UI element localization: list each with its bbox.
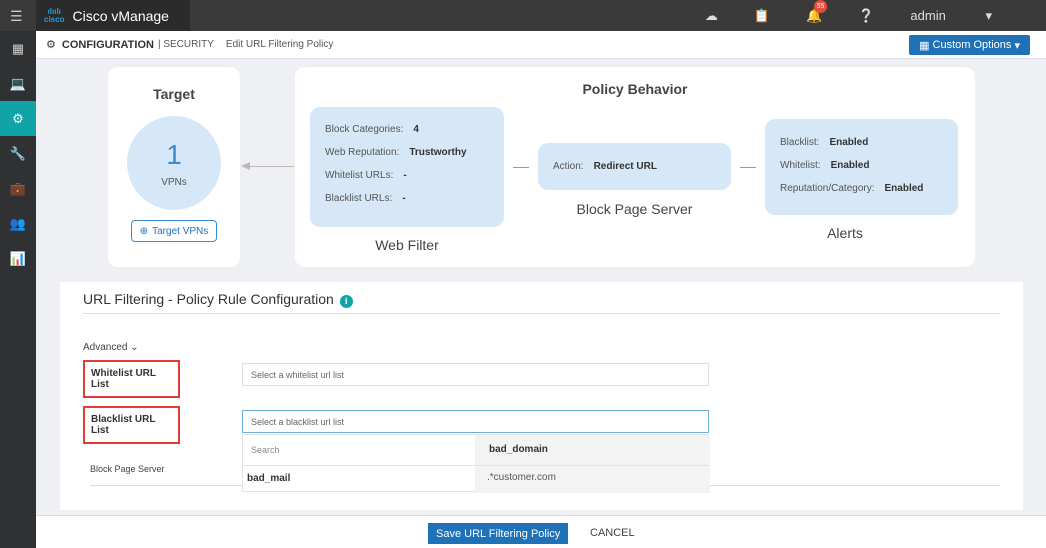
blacklist-select[interactable]: Select a blacklist url list: [242, 410, 709, 433]
vpn-count-circle: 1 VPNs: [127, 116, 221, 210]
sidebar-dashboard-icon[interactable]: ▦: [0, 31, 36, 66]
help-icon[interactable]: ❔: [858, 8, 874, 24]
logo-area: ılıılı cisco Cisco vManage: [36, 0, 190, 31]
clipboard-icon[interactable]: 📋: [754, 8, 770, 24]
footer: Save URL Filtering Policy CANCEL: [36, 515, 1046, 548]
preview-item: .*customer.com: [487, 472, 556, 483]
preview-title: bad_domain: [475, 435, 710, 466]
plus-circle-icon: ⊕: [139, 225, 149, 237]
web-filter-box[interactable]: Block Categories: 4 Web Reputation: Trustw…: [310, 107, 504, 227]
sidebar-configuration-icon[interactable]: ⚙: [0, 101, 36, 136]
target-vpns-button[interactable]: ⊕ Target VPNs: [131, 220, 217, 242]
grid-icon: ▦: [919, 39, 933, 52]
cancel-button[interactable]: CANCEL: [590, 527, 635, 539]
block-page-server-label: Block Page Server: [90, 464, 165, 474]
dropdown-search-input[interactable]: Search: [243, 435, 475, 466]
vpn-label: VPNs: [161, 176, 187, 188]
divider: [83, 313, 1000, 314]
gear-icon: ⚙: [46, 39, 56, 51]
advanced-toggle[interactable]: Advanced ⌄: [83, 342, 139, 353]
hamburger-menu-icon[interactable]: ☰: [10, 8, 23, 25]
target-title: Target: [153, 86, 195, 102]
app-title: Cisco vManage: [72, 7, 169, 24]
vpn-count: 1: [166, 138, 182, 170]
top-bar: ☰ ılıılı cisco Cisco vManage ☁ 📋 🔔 55 ❔ ad…: [0, 0, 1046, 31]
whitelist-select[interactable]: Select a whitelist url list: [242, 363, 709, 386]
block-page-box[interactable]: Action: Redirect URL: [538, 143, 731, 190]
sidebar-analytics-icon[interactable]: 📊: [0, 241, 36, 276]
alerts-box[interactable]: Blacklist: Enabled Whitelist: Enabled Repu…: [765, 119, 958, 215]
connector: [513, 167, 529, 168]
alerts-caption: Alerts: [827, 225, 863, 241]
sidebar: ▦ 💻 ⚙ 🔧 💼 👥 📊: [0, 31, 36, 548]
dropdown-option[interactable]: bad_mail: [243, 466, 475, 484]
rule-config-panel: URL Filtering - Policy Rule Configuratio…: [60, 282, 1023, 510]
web-filter-caption: Web Filter: [375, 237, 439, 253]
username: admin: [910, 7, 946, 23]
rule-config-title: URL Filtering - Policy Rule Configuratio…: [83, 291, 353, 308]
breadcrumb-subsection: | SECURITY: [157, 39, 214, 50]
user-menu[interactable]: admin ▾: [910, 8, 1028, 24]
sidebar-tools-icon[interactable]: 🔧: [0, 136, 36, 171]
cisco-logo: ılıılı cisco: [44, 6, 65, 24]
sidebar-monitor-icon[interactable]: 💻: [0, 66, 36, 101]
breadcrumb-section: CONFIGURATION: [61, 38, 154, 51]
sidebar-admin-icon[interactable]: 👥: [0, 206, 36, 241]
sidebar-maintenance-icon[interactable]: 💼: [0, 171, 36, 206]
policy-behavior-card: Policy Behavior Block Categories: 4 Web R…: [295, 67, 975, 267]
cloud-icon[interactable]: ☁: [705, 8, 718, 24]
policy-behavior-title: Policy Behavior: [582, 81, 688, 97]
whitelist-label: Whitelist URL List: [83, 360, 180, 398]
page-header: ⚙ CONFIGURATION | SECURITY Edit URL Filt…: [36, 31, 1046, 59]
notification-badge: 55: [814, 0, 828, 13]
connector: [740, 167, 756, 168]
blacklist-dropdown: Search bad_mail bad_domain .*customer.co…: [242, 434, 710, 493]
save-policy-button[interactable]: Save URL Filtering Policy: [428, 523, 569, 544]
arrow-connector: [241, 162, 294, 170]
bell-icon[interactable]: 🔔 55: [806, 0, 828, 24]
info-icon[interactable]: i: [339, 295, 353, 308]
caret-down-icon: ▾: [985, 7, 992, 23]
custom-options-button[interactable]: ▦ Custom Options ▾: [909, 35, 1030, 55]
page-title: Edit URL Filtering Policy: [225, 39, 334, 50]
block-page-caption: Block Page Server: [576, 201, 693, 217]
target-card: Target 1 VPNs ⊕ Target VPNs: [108, 67, 240, 267]
blacklist-label: Blacklist URL List: [83, 406, 180, 444]
chevron-down-icon: ⌄: [130, 342, 139, 353]
